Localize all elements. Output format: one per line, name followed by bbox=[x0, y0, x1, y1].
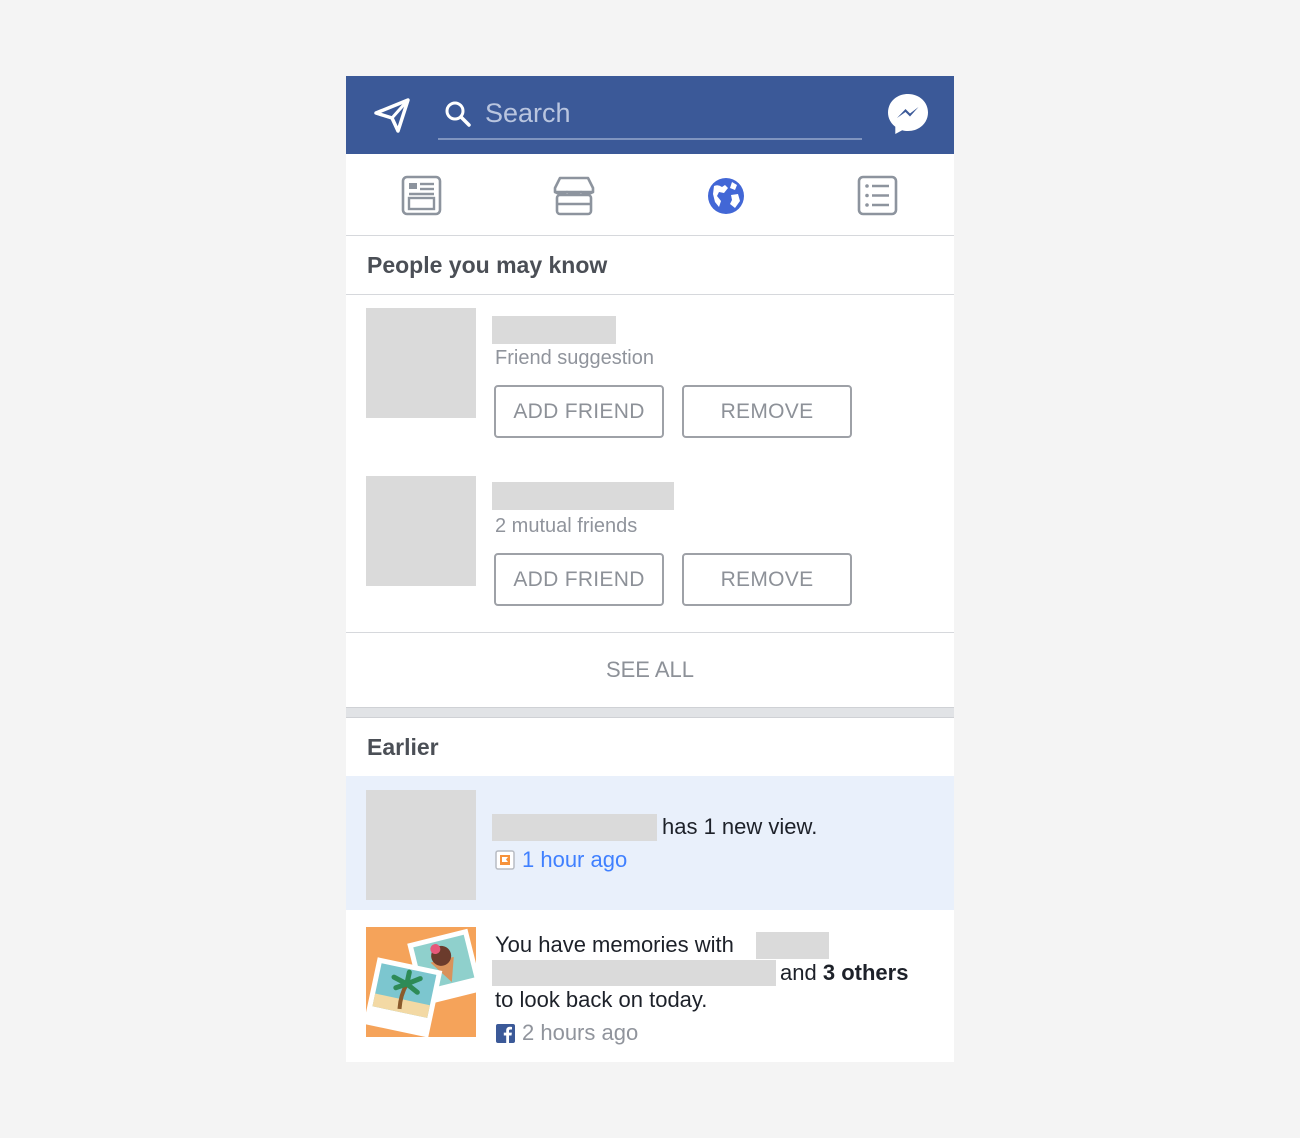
see-all-button[interactable]: SEE ALL bbox=[346, 632, 954, 707]
earlier-header: Earlier bbox=[346, 718, 954, 777]
remove-button[interactable]: REMOVE bbox=[682, 553, 852, 606]
remove-button[interactable]: REMOVE bbox=[682, 385, 852, 438]
redacted-name[interactable] bbox=[492, 316, 616, 344]
suggestion-subtitle: Friend suggestion bbox=[495, 347, 654, 369]
avatar[interactable] bbox=[366, 308, 476, 418]
add-friend-button[interactable]: ADD FRIEND bbox=[494, 385, 664, 438]
phone-screen: Search People you may know Friend sugges… bbox=[346, 76, 954, 1062]
redacted-name bbox=[492, 960, 776, 986]
section-title: People you may know bbox=[367, 252, 608, 278]
tab-bar bbox=[346, 154, 954, 236]
notification-text: You have memories with bbox=[495, 932, 734, 957]
redacted-name bbox=[756, 932, 829, 959]
notification-item[interactable]: You have memories with and 3 others to l… bbox=[346, 910, 954, 1062]
notification-time: 2 hours ago bbox=[522, 1020, 639, 1045]
notification-time: 1 hour ago bbox=[522, 847, 628, 872]
notification-item[interactable]: has 1 new view. 1 hour ago bbox=[346, 776, 954, 910]
page-flag-icon bbox=[495, 850, 515, 870]
messenger-icon[interactable] bbox=[886, 92, 930, 136]
notification-text: and 3 others bbox=[780, 960, 909, 985]
menu-list-icon[interactable] bbox=[856, 174, 900, 218]
section-divider bbox=[346, 707, 954, 718]
avatar[interactable] bbox=[366, 476, 476, 586]
search-icon bbox=[444, 100, 472, 128]
add-friend-button[interactable]: ADD FRIEND bbox=[494, 553, 664, 606]
search-placeholder: Search bbox=[485, 98, 571, 128]
top-bar: Search bbox=[346, 76, 954, 154]
redacted-name bbox=[492, 814, 657, 841]
section-title: Earlier bbox=[367, 734, 439, 760]
memories-thumbnail bbox=[366, 927, 476, 1037]
redacted-name[interactable] bbox=[492, 482, 674, 510]
avatar bbox=[366, 790, 476, 900]
people-you-may-know-header: People you may know bbox=[346, 236, 954, 295]
others-count: 3 others bbox=[822, 960, 909, 985]
suggestion-subtitle: 2 mutual friends bbox=[495, 515, 638, 537]
news-feed-icon[interactable] bbox=[400, 174, 444, 218]
see-all-label: SEE ALL bbox=[605, 657, 695, 682]
paper-plane-icon[interactable] bbox=[373, 96, 411, 134]
facebook-icon bbox=[496, 1024, 515, 1043]
notifications-globe-icon[interactable] bbox=[704, 174, 748, 218]
search-bar[interactable]: Search bbox=[438, 90, 862, 140]
notification-text: to look back on today. bbox=[495, 987, 708, 1012]
marketplace-icon[interactable] bbox=[552, 174, 596, 218]
notification-text: has 1 new view. bbox=[662, 814, 818, 839]
